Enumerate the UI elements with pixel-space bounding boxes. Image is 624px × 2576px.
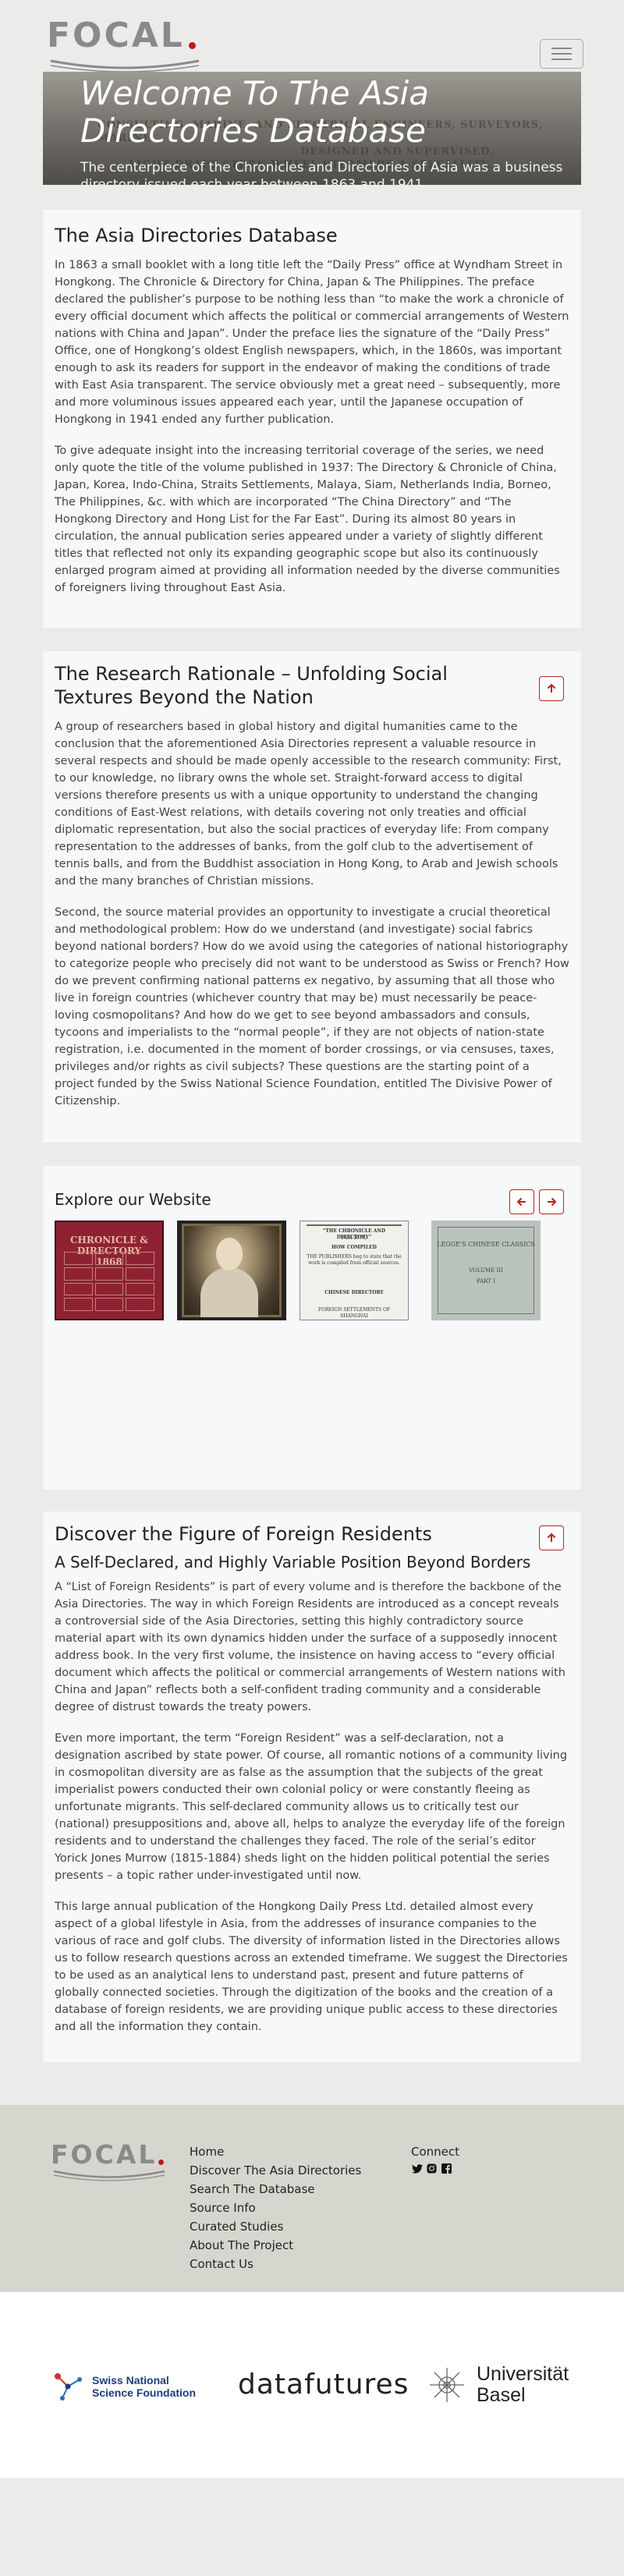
hero-title: Welcome To The Asia Directories Database [80,75,429,150]
section-title: Discover the Figure of Foreign Residents [55,1523,432,1545]
connect-title: Connect [411,2145,460,2159]
paragraph: Even more important, the term “Foreign R… [55,1732,568,1882]
page-bottom [0,2478,624,2523]
paragraph: In 1863 a small booklet with a long titl… [55,259,569,426]
page-text: FOR 1876, [341,1235,367,1241]
scroll-up-button[interactable] [539,1525,564,1550]
paragraph: This large annual publication of the Hon… [55,1901,568,2033]
footer-link-search[interactable]: Search The Database [190,2180,361,2199]
logo-dot [158,2160,164,2165]
snsf-dots-icon [55,2373,82,2401]
logo-book-icon [50,59,200,73]
cover-title: LEGGE'S CHINESE CLASSICS [437,1241,535,1248]
hamburger-icon-bar [551,58,572,60]
paragraph: A group of researchers based in global h… [55,721,562,888]
footer-link-source-info[interactable]: Source Info [190,2199,361,2217]
page-text: HOW COMPILED [332,1245,377,1250]
section-title: The Research Rationale – Unfolding Socia… [55,663,448,708]
cover-pattern [64,1252,154,1311]
snsf-logo[interactable]: Swiss National Science Foundation [51,2370,209,2403]
divider [307,1224,402,1226]
footer-link-curated-studies[interactable]: Curated Studies [190,2217,361,2236]
focal-logo[interactable]: FOCAL [47,12,203,75]
connect-block: Connect [411,2142,459,2174]
social-links [411,2163,459,2174]
facebook-icon[interactable] [441,2163,452,2174]
sponsors-bar: Swiss National Science Foundation datafu… [0,2292,624,2478]
footer-logo[interactable]: FOCAL [51,2136,168,2183]
unibas-logo[interactable]: Universität Basel [428,2364,569,2406]
unibas-name: Universität Basel [477,2364,569,2406]
logo-dot [189,42,196,49]
logo-book-icon [53,2170,165,2181]
scroll-up-button[interactable] [539,676,564,701]
portrait-figure [200,1267,258,1317]
footer-link-about[interactable]: About The Project [190,2236,361,2255]
hamburger-icon [551,48,572,49]
arrow-up-icon [547,683,556,693]
section-title: The Asia Directories Database [55,225,338,246]
hamburger-icon-bar [551,53,572,55]
datafutures-logo[interactable]: datafutures [238,2369,409,2401]
page-text: FOREIGN SETTLEMENTS OF SHANGHAI [317,1307,391,1319]
section-subtitle: A Self-Declared, and Highly Variable Pos… [55,1553,531,1571]
hero-subtitle: The centerpiece of the Chronicles and Di… [80,160,563,185]
paragraph: To give adequate insight into the increa… [55,445,560,594]
footer-nav: Home Discover The Asia Directories Searc… [190,2142,361,2273]
twitter-icon[interactable] [411,2163,423,2174]
portrait-face [216,1238,243,1270]
carousel-prev-button[interactable] [509,1189,534,1214]
paragraph: Second, the source material provides an … [55,906,569,1107]
foreign-residents-section: Discover the Figure of Foreign Residents… [43,1511,581,2062]
carousel-item-classics-cover[interactable]: LEGGE'S CHINESE CLASSICS VOLUME III PART… [431,1221,541,1320]
footer: FOCAL Home Discover The Asia Directories… [0,2105,624,2292]
arrow-right-icon [548,1197,557,1207]
unibas-name-line: Basel [477,2384,526,2406]
cover-text: PART I [477,1278,495,1284]
hero-banner: CONSULTING, MARINE, AND ELECTRICAL ENGIN… [43,72,581,185]
footer-link-home[interactable]: Home [190,2142,361,2161]
instagram-icon[interactable] [426,2163,438,2174]
paragraph: A “List of Foreign Residents” is part of… [55,1581,566,1713]
snsf-name: Swiss National Science Foundation [92,2374,197,2399]
research-rationale-section: The Research Rationale – Unfolding Socia… [43,651,581,1143]
cover-text: VOLUME III [469,1267,503,1274]
footer-link-contact[interactable]: Contact Us [190,2255,361,2273]
page-text: THE PUBLISHERS beg to state that the wor… [307,1254,402,1266]
carousel-item-document-page[interactable]: “THE CHRONICLE AND DIRECTORY” FOR 1876, … [300,1221,409,1320]
arrow-left-icon [516,1197,526,1207]
menu-toggle-button[interactable] [540,39,583,69]
unibas-seal-icon [430,2368,464,2402]
logo-text: FOCAL [51,2139,158,2170]
logo-text: FOCAL [47,16,185,55]
explore-section: Explore our Website CHRONICLE & DIRECTOR… [43,1166,581,1490]
carousel-next-button[interactable] [539,1189,564,1214]
footer-link-discover[interactable]: Discover The Asia Directories [190,2161,361,2180]
hero-title-line: Directories Database [80,112,426,150]
page-text: CHINESE DIRECTORY [324,1290,384,1295]
unibas-name-line: Universität [477,2363,569,2385]
intro-section: The Asia Directories Database In 1863 a … [43,210,581,628]
carousel-controls [509,1189,564,1214]
carousel-track: CHRONICLE & DIRECTORY 1868 “THE CHRONICL… [55,1221,569,1320]
section-title: Explore our Website [55,1190,211,1209]
carousel-item-chronicle-cover[interactable]: CHRONICLE & DIRECTORY 1868 [55,1221,164,1320]
carousel-item-portrait[interactable] [177,1221,286,1320]
hero-title-line: Welcome To The Asia [80,74,429,112]
arrow-up-icon [547,1532,556,1542]
